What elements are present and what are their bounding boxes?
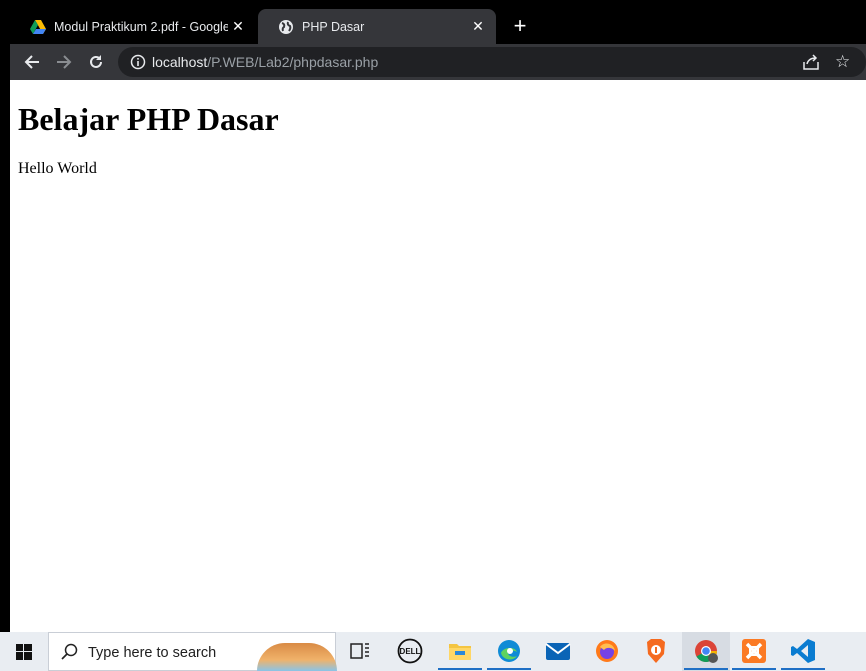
- browser-window: Modul Praktikum 2.pdf - Google ✕ PHP Das…: [10, 0, 866, 632]
- xampp-icon[interactable]: [732, 637, 776, 670]
- tab-modul-praktikum[interactable]: Modul Praktikum 2.pdf - Google ✕: [10, 9, 256, 44]
- file-explorer-icon[interactable]: [438, 637, 482, 670]
- search-icon: [61, 643, 79, 666]
- mail-icon[interactable]: [544, 637, 572, 665]
- tab-strip: Modul Praktikum 2.pdf - Google ✕ PHP Das…: [10, 0, 866, 44]
- dell-icon[interactable]: DELL: [396, 637, 424, 665]
- close-icon[interactable]: ✕: [228, 17, 248, 37]
- brave-icon[interactable]: [642, 637, 670, 665]
- browser-toolbar: localhost/P.WEB/Lab2/phpdasar.php ☆: [10, 44, 866, 80]
- info-icon[interactable]: [130, 54, 146, 75]
- search-highlight-image: [257, 643, 337, 671]
- task-view-icon[interactable]: [346, 637, 374, 665]
- windows-start-icon[interactable]: [0, 632, 48, 671]
- reload-icon[interactable]: [84, 50, 108, 74]
- page-paragraph: Hello World: [18, 160, 97, 177]
- edge-icon[interactable]: [487, 637, 531, 670]
- address-bar[interactable]: localhost/P.WEB/Lab2/phpdasar.php ☆: [118, 47, 866, 77]
- forward-arrow-icon[interactable]: [52, 50, 76, 74]
- new-tab-plus-icon[interactable]: +: [508, 15, 532, 39]
- url-host: localhost: [152, 54, 208, 70]
- google-drive-icon: [30, 19, 46, 35]
- chrome-icon[interactable]: [684, 637, 728, 670]
- page-content: Belajar PHP Dasar Hello World: [10, 80, 866, 632]
- taskbar: Type here to search DELL: [0, 632, 866, 671]
- firefox-icon[interactable]: [593, 637, 621, 665]
- url-text: localhost/P.WEB/Lab2/phpdasar.php: [152, 54, 378, 70]
- taskbar-search[interactable]: Type here to search: [48, 632, 337, 671]
- tab-title: Modul Praktikum 2.pdf - Google: [54, 19, 228, 34]
- search-placeholder: Type here to search: [88, 645, 217, 661]
- vscode-icon[interactable]: [781, 637, 825, 670]
- back-arrow-icon[interactable]: [20, 50, 44, 74]
- page-heading: Belajar PHP Dasar: [18, 101, 279, 137]
- bookmark-star-icon[interactable]: ☆: [835, 52, 850, 72]
- svg-text:DELL: DELL: [400, 647, 421, 656]
- tab-title: PHP Dasar: [302, 19, 365, 34]
- close-icon[interactable]: ✕: [468, 17, 488, 37]
- share-icon[interactable]: [802, 53, 820, 76]
- globe-icon: [278, 19, 294, 35]
- tab-php-dasar[interactable]: PHP Dasar ✕: [258, 9, 496, 44]
- url-path: /P.WEB/Lab2/phpdasar.php: [207, 54, 379, 70]
